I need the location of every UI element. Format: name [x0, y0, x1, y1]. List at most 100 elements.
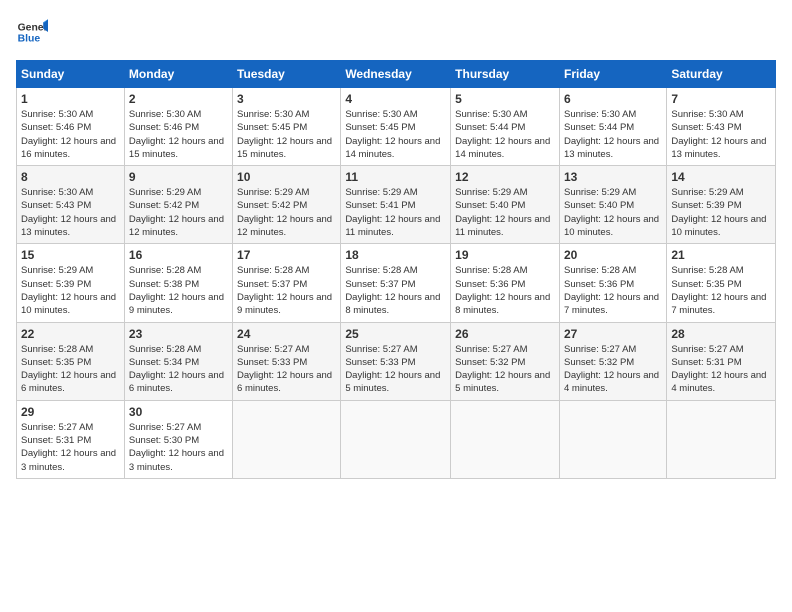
- day-detail: Sunrise: 5:27 AMSunset: 5:31 PMDaylight:…: [671, 344, 766, 395]
- calendar-week-row: 8 Sunrise: 5:30 AMSunset: 5:43 PMDaylight…: [17, 166, 776, 244]
- day-detail: Sunrise: 5:29 AMSunset: 5:42 PMDaylight:…: [237, 187, 332, 238]
- column-header-monday: Monday: [124, 61, 232, 88]
- calendar-cell: 7Sunrise: 5:30 AMSunset: 5:43 PMDaylight…: [667, 88, 776, 166]
- day-number: 12: [455, 170, 555, 184]
- calendar-week-row: 22 Sunrise: 5:28 AMSunset: 5:35 PMDayligh…: [17, 322, 776, 400]
- day-number: 11: [345, 170, 446, 184]
- day-detail: Sunrise: 5:28 AMSunset: 5:36 PMDaylight:…: [564, 265, 659, 316]
- day-detail: Sunrise: 5:27 AMSunset: 5:33 PMDaylight:…: [345, 344, 440, 395]
- day-number: 8: [21, 170, 120, 184]
- day-number: 4: [345, 92, 446, 106]
- day-detail: Sunrise: 5:30 AMSunset: 5:43 PMDaylight:…: [21, 187, 116, 238]
- day-detail: Sunrise: 5:28 AMSunset: 5:36 PMDaylight:…: [455, 265, 550, 316]
- day-number: 29: [21, 405, 120, 419]
- column-header-tuesday: Tuesday: [233, 61, 341, 88]
- calendar-cell: 15 Sunrise: 5:29 AMSunset: 5:39 PMDayligh…: [17, 244, 125, 322]
- day-number: 1: [21, 92, 120, 106]
- day-number: 19: [455, 248, 555, 262]
- day-number: 15: [21, 248, 120, 262]
- day-number: 5: [455, 92, 555, 106]
- day-detail: Sunrise: 5:29 AMSunset: 5:40 PMDaylight:…: [564, 187, 659, 238]
- calendar-cell: 6 Sunrise: 5:30 AMSunset: 5:44 PMDaylight…: [559, 88, 666, 166]
- day-detail: Sunrise: 5:27 AMSunset: 5:32 PMDaylight:…: [455, 344, 550, 395]
- day-detail: Sunrise: 5:28 AMSunset: 5:35 PMDaylight:…: [671, 265, 766, 316]
- day-detail: Sunrise: 5:27 AMSunset: 5:32 PMDaylight:…: [564, 344, 659, 395]
- logo: General Blue: [16, 16, 48, 48]
- day-detail: Sunrise: 5:29 AMSunset: 5:41 PMDaylight:…: [345, 187, 440, 238]
- calendar-week-row: 29 Sunrise: 5:27 AMSunset: 5:31 PMDayligh…: [17, 400, 776, 478]
- calendar-cell: 22 Sunrise: 5:28 AMSunset: 5:35 PMDayligh…: [17, 322, 125, 400]
- day-detail: Sunrise: 5:28 AMSunset: 5:37 PMDaylight:…: [345, 265, 440, 316]
- logo-icon: General Blue: [16, 16, 48, 48]
- day-number: 26: [455, 327, 555, 341]
- calendar-cell: 18 Sunrise: 5:28 AMSunset: 5:37 PMDayligh…: [341, 244, 451, 322]
- column-header-sunday: Sunday: [17, 61, 125, 88]
- day-detail: Sunrise: 5:27 AMSunset: 5:30 PMDaylight:…: [129, 422, 224, 473]
- calendar-cell: 11 Sunrise: 5:29 AMSunset: 5:41 PMDayligh…: [341, 166, 451, 244]
- day-number: 9: [129, 170, 228, 184]
- day-detail: Sunrise: 5:29 AMSunset: 5:39 PMDaylight:…: [21, 265, 116, 316]
- column-header-wednesday: Wednesday: [341, 61, 451, 88]
- day-number: 24: [237, 327, 336, 341]
- calendar-cell: [559, 400, 666, 478]
- calendar-cell: 3Sunrise: 5:30 AMSunset: 5:45 PMDaylight…: [233, 88, 341, 166]
- day-number: 17: [237, 248, 336, 262]
- day-detail: Sunrise: 5:29 AMSunset: 5:40 PMDaylight:…: [455, 187, 550, 238]
- day-number: 18: [345, 248, 446, 262]
- day-detail: Sunrise: 5:28 AMSunset: 5:35 PMDaylight:…: [21, 344, 116, 395]
- calendar-cell: 13 Sunrise: 5:29 AMSunset: 5:40 PMDayligh…: [559, 166, 666, 244]
- calendar-cell: 26 Sunrise: 5:27 AMSunset: 5:32 PMDayligh…: [451, 322, 560, 400]
- calendar-cell: 14 Sunrise: 5:29 AMSunset: 5:39 PMDayligh…: [667, 166, 776, 244]
- column-header-thursday: Thursday: [451, 61, 560, 88]
- day-detail: Sunrise: 5:30 AMSunset: 5:44 PMDaylight:…: [564, 109, 659, 160]
- day-detail: Sunrise: 5:27 AMSunset: 5:31 PMDaylight:…: [21, 422, 116, 473]
- day-number: 2: [129, 92, 228, 106]
- column-header-saturday: Saturday: [667, 61, 776, 88]
- calendar-cell: 17Sunrise: 5:28 AMSunset: 5:37 PMDayligh…: [233, 244, 341, 322]
- day-detail: Sunrise: 5:29 AMSunset: 5:39 PMDaylight:…: [671, 187, 766, 238]
- day-number: 13: [564, 170, 662, 184]
- calendar-cell: 21 Sunrise: 5:28 AMSunset: 5:35 PMDayligh…: [667, 244, 776, 322]
- calendar-cell: 8 Sunrise: 5:30 AMSunset: 5:43 PMDaylight…: [17, 166, 125, 244]
- calendar-cell: 9Sunrise: 5:29 AMSunset: 5:42 PMDaylight…: [124, 166, 232, 244]
- day-detail: Sunrise: 5:28 AMSunset: 5:34 PMDaylight:…: [129, 344, 224, 395]
- calendar-week-row: 15 Sunrise: 5:29 AMSunset: 5:39 PMDayligh…: [17, 244, 776, 322]
- day-number: 27: [564, 327, 662, 341]
- calendar-cell: 1 Sunrise: 5:30 AMSunset: 5:46 PMDaylight…: [17, 88, 125, 166]
- day-number: 3: [237, 92, 336, 106]
- calendar-cell: 5 Sunrise: 5:30 AMSunset: 5:44 PMDaylight…: [451, 88, 560, 166]
- day-number: 6: [564, 92, 662, 106]
- calendar-cell: 19 Sunrise: 5:28 AMSunset: 5:36 PMDayligh…: [451, 244, 560, 322]
- calendar-header-row: SundayMondayTuesdayWednesdayThursdayFrid…: [17, 61, 776, 88]
- day-number: 22: [21, 327, 120, 341]
- calendar-cell: [233, 400, 341, 478]
- day-detail: Sunrise: 5:28 AMSunset: 5:38 PMDaylight:…: [129, 265, 224, 316]
- day-number: 14: [671, 170, 771, 184]
- day-detail: Sunrise: 5:30 AMSunset: 5:44 PMDaylight:…: [455, 109, 550, 160]
- calendar-cell: 25Sunrise: 5:27 AMSunset: 5:33 PMDayligh…: [341, 322, 451, 400]
- calendar-cell: 23Sunrise: 5:28 AMSunset: 5:34 PMDayligh…: [124, 322, 232, 400]
- day-number: 30: [129, 405, 228, 419]
- svg-text:Blue: Blue: [18, 34, 41, 45]
- calendar-cell: 2Sunrise: 5:30 AMSunset: 5:46 PMDaylight…: [124, 88, 232, 166]
- day-number: 28: [671, 327, 771, 341]
- column-header-friday: Friday: [559, 61, 666, 88]
- calendar-cell: 30 Sunrise: 5:27 AMSunset: 5:30 PMDayligh…: [124, 400, 232, 478]
- day-detail: Sunrise: 5:30 AMSunset: 5:46 PMDaylight:…: [21, 109, 116, 160]
- day-number: 20: [564, 248, 662, 262]
- page-header: General Blue: [16, 16, 776, 48]
- calendar-cell: 24 Sunrise: 5:27 AMSunset: 5:33 PMDayligh…: [233, 322, 341, 400]
- day-number: 16: [129, 248, 228, 262]
- day-number: 10: [237, 170, 336, 184]
- day-detail: Sunrise: 5:30 AMSunset: 5:45 PMDaylight:…: [345, 109, 440, 160]
- calendar-week-row: 1 Sunrise: 5:30 AMSunset: 5:46 PMDaylight…: [17, 88, 776, 166]
- calendar-cell: 12 Sunrise: 5:29 AMSunset: 5:40 PMDayligh…: [451, 166, 560, 244]
- calendar-cell: 27 Sunrise: 5:27 AMSunset: 5:32 PMDayligh…: [559, 322, 666, 400]
- calendar-cell: 4 Sunrise: 5:30 AMSunset: 5:45 PMDaylight…: [341, 88, 451, 166]
- day-detail: Sunrise: 5:27 AMSunset: 5:33 PMDaylight:…: [237, 344, 332, 395]
- day-number: 21: [671, 248, 771, 262]
- calendar-cell: 16 Sunrise: 5:28 AMSunset: 5:38 PMDayligh…: [124, 244, 232, 322]
- day-detail: Sunrise: 5:30 AMSunset: 5:43 PMDaylight:…: [671, 109, 766, 160]
- calendar-cell: [341, 400, 451, 478]
- calendar-cell: [451, 400, 560, 478]
